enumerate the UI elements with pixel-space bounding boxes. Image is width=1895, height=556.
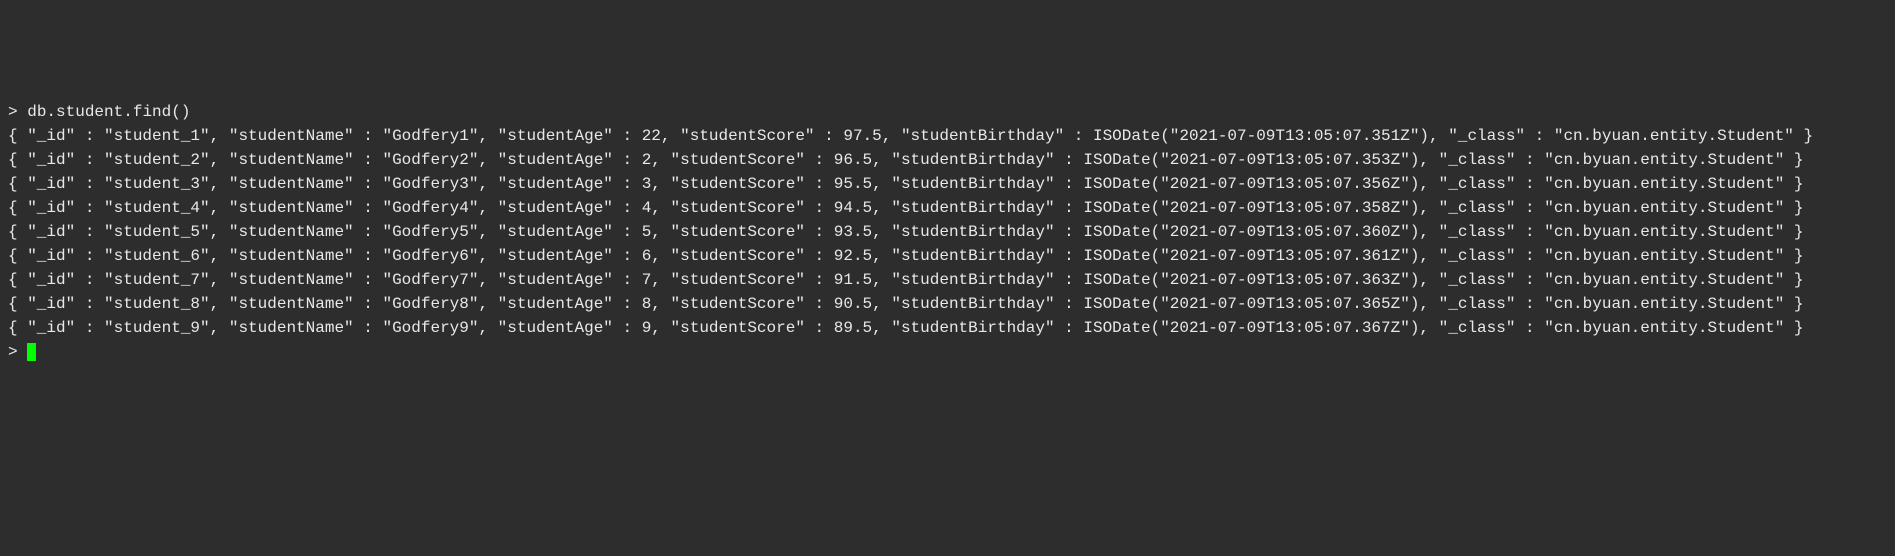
prompt-symbol: > bbox=[8, 343, 18, 361]
output-record: { "_id" : "student_2", "studentName" : "… bbox=[8, 148, 1887, 172]
cursor-icon bbox=[27, 343, 36, 361]
command-line: > db.student.find() bbox=[8, 100, 1887, 124]
command-text: db.student.find() bbox=[27, 103, 190, 121]
records-container: { "_id" : "student_1", "studentName" : "… bbox=[8, 124, 1887, 340]
output-record: { "_id" : "student_7", "studentName" : "… bbox=[8, 268, 1887, 292]
prompt-ready: > bbox=[8, 340, 1887, 364]
output-record: { "_id" : "student_3", "studentName" : "… bbox=[8, 172, 1887, 196]
output-record: { "_id" : "student_9", "studentName" : "… bbox=[8, 316, 1887, 340]
output-record: { "_id" : "student_8", "studentName" : "… bbox=[8, 292, 1887, 316]
output-record: { "_id" : "student_1", "studentName" : "… bbox=[8, 124, 1887, 148]
output-record: { "_id" : "student_5", "studentName" : "… bbox=[8, 220, 1887, 244]
output-record: { "_id" : "student_6", "studentName" : "… bbox=[8, 244, 1887, 268]
terminal-output[interactable]: > db.student.find(){ "_id" : "student_1"… bbox=[8, 100, 1887, 364]
prompt-symbol: > bbox=[8, 103, 18, 121]
output-record: { "_id" : "student_4", "studentName" : "… bbox=[8, 196, 1887, 220]
